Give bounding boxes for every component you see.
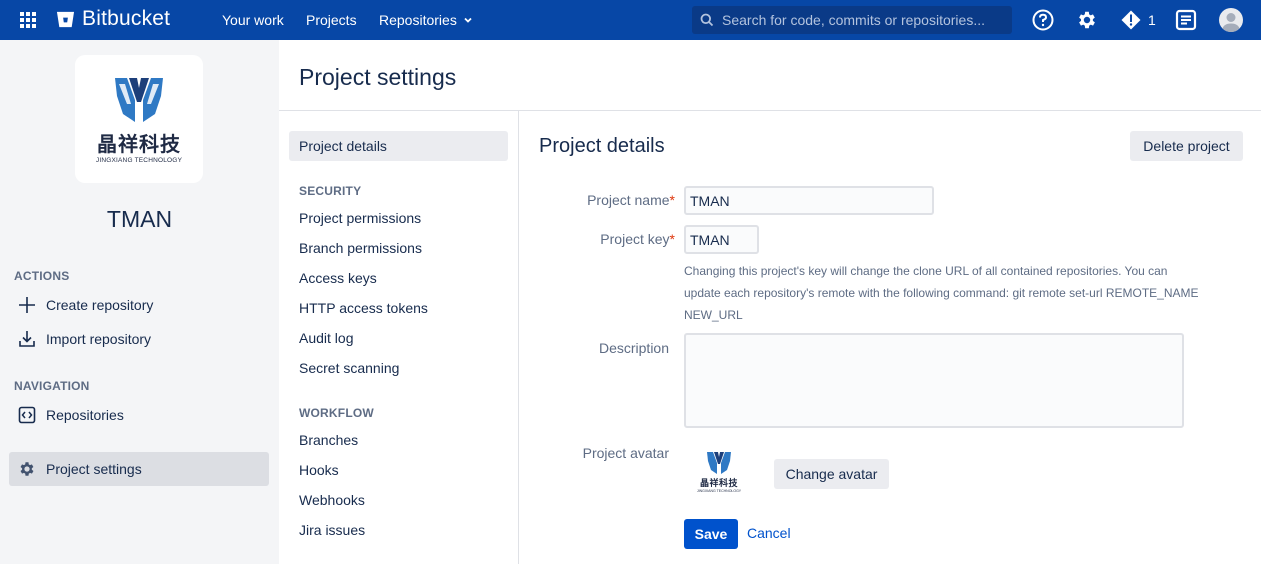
settings-gear-icon[interactable]: [1076, 9, 1098, 31]
settings-nav-project-details[interactable]: Project details: [289, 131, 508, 161]
description-textarea[interactable]: [684, 333, 1184, 428]
help-text-line: Changing this project's key will change …: [684, 264, 1168, 278]
project-name-label: Project name*: [560, 192, 675, 208]
import-icon: [18, 330, 36, 348]
create-repository-link[interactable]: Create repository: [9, 288, 269, 322]
notification-count: 1: [1148, 12, 1156, 28]
chevron-down-icon: [464, 17, 472, 23]
project-name-input[interactable]: [684, 186, 934, 215]
code-icon: [18, 406, 36, 424]
settings-nav-divider: [518, 111, 519, 564]
settings-nav-branches[interactable]: Branches: [289, 425, 508, 455]
project-sidebar: 晶祥科技 JINGXIANG TECHNOLOGY TMAN ACTIONS C…: [0, 40, 279, 564]
nav-your-work[interactable]: Your work: [222, 12, 284, 28]
settings-nav-audit-log[interactable]: Audit log: [289, 323, 508, 353]
delete-project-button[interactable]: Delete project: [1130, 131, 1243, 161]
logo-english-text: JINGXIANG TECHNOLOGY: [95, 157, 183, 164]
bitbucket-bucket-icon: [56, 11, 75, 27]
logo-chinese-text: 晶祥科技: [97, 132, 181, 156]
settings-nav-http-access-tokens[interactable]: HTTP access tokens: [289, 293, 508, 323]
search-input[interactable]: [722, 12, 1002, 28]
sidebar-item-repositories[interactable]: Repositories: [9, 398, 269, 432]
navigation-heading: NAVIGATION: [14, 379, 90, 393]
top-navigation-bar: Bitbucket Your work Projects Repositorie…: [0, 0, 1261, 40]
change-avatar-button[interactable]: Change avatar: [774, 459, 889, 489]
project-key-label: Project key*: [560, 231, 675, 247]
header-divider: [279, 110, 1261, 111]
import-repository-label: Import repository: [46, 331, 152, 347]
workflow-heading: WORKFLOW: [299, 406, 374, 420]
user-silhouette-icon: [1222, 13, 1240, 32]
search-box[interactable]: [692, 6, 1012, 34]
settings-nav-hooks[interactable]: Hooks: [289, 455, 508, 485]
sidebar-item-project-settings[interactable]: Project settings: [9, 452, 269, 486]
settings-nav-project-permissions[interactable]: Project permissions: [289, 203, 508, 233]
jingxiang-logo-small-icon: [707, 452, 731, 474]
cancel-link[interactable]: Cancel: [747, 525, 791, 541]
bitbucket-logo[interactable]: Bitbucket: [56, 7, 170, 31]
description-label: Description: [598, 340, 669, 356]
settings-nav-jira-issues[interactable]: Jira issues: [289, 515, 508, 545]
project-name-label-text: Project name: [587, 192, 670, 208]
project-key-label-text: Project key: [600, 231, 670, 247]
project-key-input[interactable]: [684, 225, 759, 254]
project-avatar-label: Project avatar: [582, 445, 669, 461]
search-icon: [700, 13, 714, 27]
avatar-english-text: JINGXIANG TECHNOLOGY: [696, 489, 742, 493]
app-switcher-icon[interactable]: [20, 12, 36, 28]
required-marker: *: [669, 192, 675, 208]
nav-repositories-dropdown[interactable]: Repositories: [379, 12, 473, 28]
brand-name: Bitbucket: [82, 7, 171, 30]
create-repository-label: Create repository: [46, 297, 154, 313]
help-text-line: NEW_URL: [684, 308, 743, 322]
section-title: Project details: [539, 135, 665, 157]
gear-icon: [18, 460, 36, 478]
settings-nav-access-keys[interactable]: Access keys: [289, 263, 508, 293]
page-title: Project settings: [299, 64, 457, 90]
settings-nav-webhooks[interactable]: Webhooks: [289, 485, 508, 515]
nav-projects[interactable]: Projects: [306, 12, 357, 28]
actions-heading: ACTIONS: [14, 269, 70, 283]
project-key-help-text: Changing this project's key will change …: [684, 260, 1244, 326]
nav-repositories-label: Repositories: [379, 12, 457, 28]
settings-nav-branch-permissions[interactable]: Branch permissions: [289, 233, 508, 263]
project-avatar-image: 晶祥科技 JINGXIANG TECHNOLOGY: [692, 450, 746, 496]
avatar-chinese-text: 晶祥科技: [699, 479, 738, 489]
project-logo: 晶祥科技 JINGXIANG TECHNOLOGY: [75, 55, 203, 183]
help-text-line: update each repository's remote with the…: [684, 286, 1199, 300]
repositories-label: Repositories: [46, 407, 124, 423]
required-marker: *: [669, 231, 675, 247]
save-button[interactable]: Save: [684, 519, 738, 549]
project-name-title: TMAN: [106, 206, 173, 232]
import-repository-link[interactable]: Import repository: [9, 322, 269, 356]
plus-icon: [18, 296, 36, 314]
user-avatar[interactable]: [1219, 8, 1243, 32]
pull-requests-icon[interactable]: [1175, 9, 1197, 31]
security-heading: SECURITY: [299, 184, 362, 198]
project-settings-label: Project settings: [46, 461, 142, 477]
settings-nav-secret-scanning[interactable]: Secret scanning: [289, 353, 508, 383]
notification-alert-icon[interactable]: [1120, 9, 1142, 31]
jingxiang-logo-icon: [115, 78, 163, 122]
help-icon[interactable]: [1032, 9, 1054, 31]
